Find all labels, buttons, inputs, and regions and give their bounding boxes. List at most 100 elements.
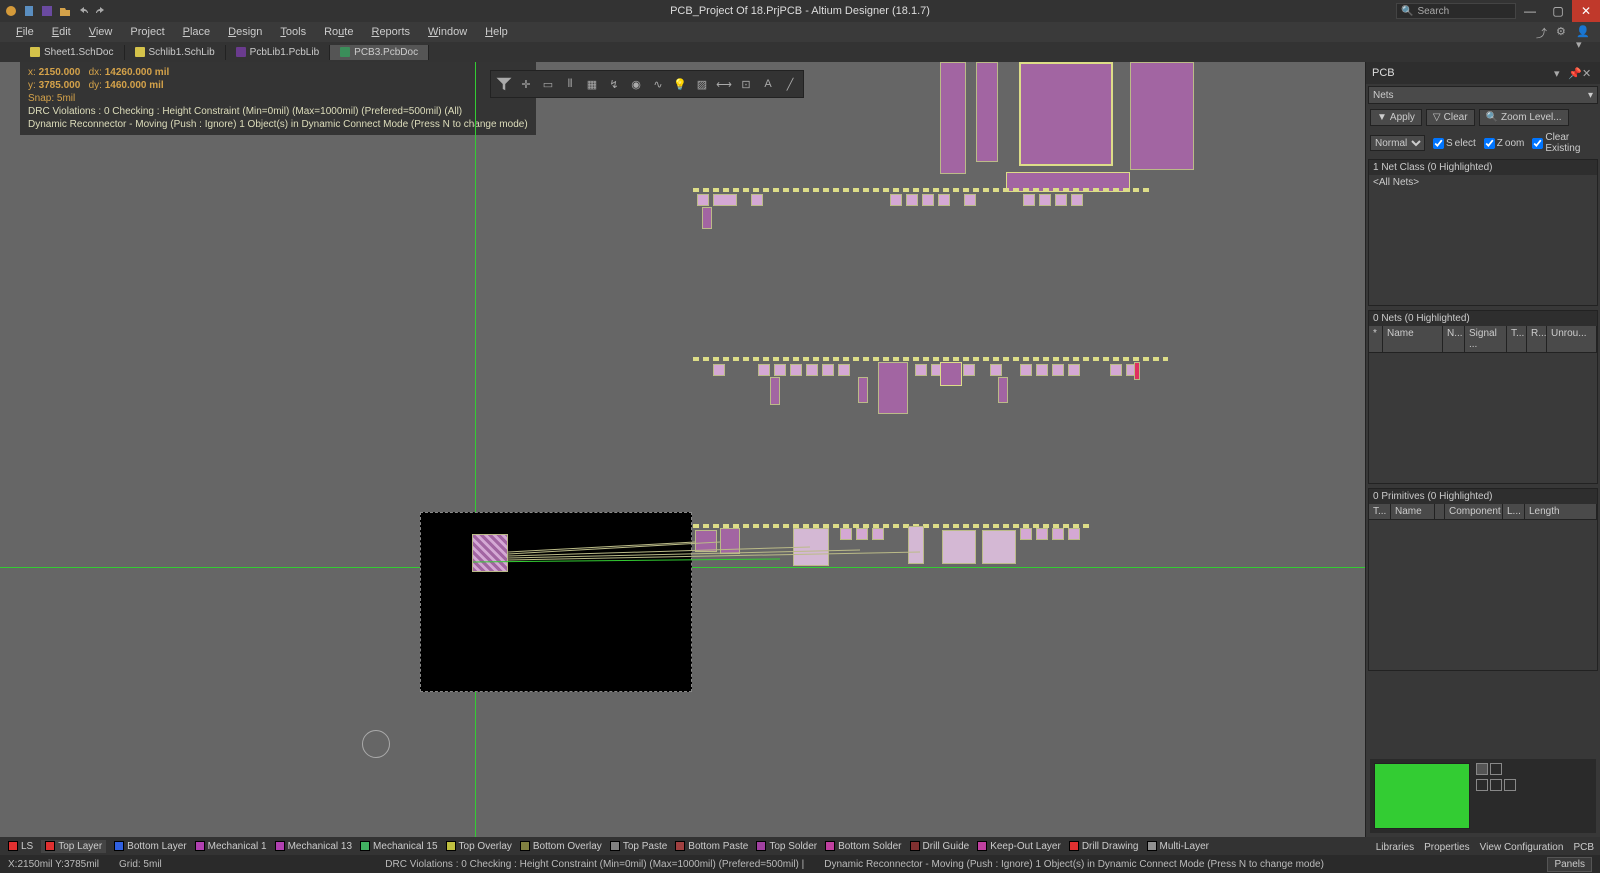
select-rect-icon[interactable]: ▭	[538, 74, 558, 94]
menu-tools[interactable]: Tools	[272, 24, 314, 40]
pin-icon[interactable]: 📌	[1568, 67, 1580, 79]
panels-button[interactable]: Panels	[1547, 857, 1592, 872]
apply-button[interactable]: ▼Apply	[1370, 109, 1422, 126]
board-navigator[interactable]	[1370, 759, 1596, 833]
new-doc-icon[interactable]	[22, 4, 36, 18]
tab-libraries[interactable]: Libraries	[1376, 842, 1414, 853]
menu-edit[interactable]: Edit	[44, 24, 79, 40]
text-icon[interactable]: A	[758, 74, 778, 94]
component[interactable]	[1019, 62, 1113, 166]
layer-bottom-overlay[interactable]: Bottom Overlay	[520, 841, 602, 852]
layer-mech1[interactable]: Mechanical 1	[195, 841, 267, 852]
clear-button[interactable]: ▽Clear	[1426, 109, 1475, 126]
maximize-button[interactable]: ▢	[1544, 0, 1572, 22]
menu-window[interactable]: Window	[420, 24, 475, 40]
menu-reports[interactable]: Reports	[363, 24, 418, 40]
global-search-input[interactable]: 🔍 Search	[1396, 3, 1516, 19]
component-icon[interactable]: ▦	[582, 74, 602, 94]
menu-design[interactable]: Design	[220, 24, 270, 40]
component[interactable]	[720, 528, 740, 554]
component[interactable]	[940, 362, 962, 386]
component[interactable]	[940, 62, 966, 174]
select-checkbox[interactable]: Select	[1433, 138, 1476, 149]
component[interactable]	[793, 528, 829, 566]
component[interactable]	[1130, 62, 1194, 170]
primitives-column-headers[interactable]: T... Name Component L... Length	[1369, 504, 1597, 520]
user-icon[interactable]: 👤▾	[1576, 25, 1590, 39]
filter-icon[interactable]	[494, 74, 514, 94]
clear-existing-checkbox[interactable]: Clear Existing	[1532, 132, 1596, 154]
component[interactable]	[858, 377, 868, 403]
view-option-button[interactable]	[1476, 779, 1488, 791]
tab-pcb3[interactable]: PCB3.PcbDoc	[330, 45, 429, 60]
component[interactable]	[878, 362, 908, 414]
close-panel-icon[interactable]: ✕	[1582, 67, 1594, 79]
line-icon[interactable]: ╱	[780, 74, 800, 94]
zoom-checkbox[interactable]: Zoom	[1484, 138, 1525, 149]
undo-icon[interactable]	[76, 4, 90, 18]
menu-help[interactable]: Help	[477, 24, 516, 40]
component[interactable]	[998, 377, 1008, 403]
align-icon[interactable]: ⫴	[560, 74, 580, 94]
close-button[interactable]: ✕	[1572, 0, 1600, 22]
menu-file[interactable]: File	[8, 24, 42, 40]
layer-drill-guide[interactable]: Drill Guide	[910, 841, 970, 852]
chevron-down-icon[interactable]: ▾	[1554, 67, 1566, 79]
tab-pcblib1[interactable]: PcbLib1.PcbLib	[226, 45, 331, 60]
zoom-level-button[interactable]: 🔍Zoom Level...	[1479, 109, 1569, 126]
minimize-button[interactable]: —	[1516, 0, 1544, 22]
layer-keepout[interactable]: Keep-Out Layer	[977, 841, 1061, 852]
component[interactable]	[908, 526, 924, 564]
component[interactable]	[982, 530, 1016, 564]
net-class-item[interactable]: <All Nets>	[1373, 177, 1593, 188]
view-2d-button[interactable]	[1476, 763, 1488, 775]
navigator-preview[interactable]	[1374, 763, 1470, 829]
menu-route[interactable]: Route	[316, 24, 361, 40]
drill-icon[interactable]: ⊡	[736, 74, 756, 94]
layer-drill-drawing[interactable]: Drill Drawing	[1069, 841, 1139, 852]
menu-view[interactable]: View	[81, 24, 121, 40]
layer-mech13[interactable]: Mechanical 13	[275, 841, 352, 852]
selected-component[interactable]	[472, 534, 508, 572]
route-icon[interactable]: ↯	[604, 74, 624, 94]
mask-mode-select[interactable]: Normal	[1370, 135, 1425, 151]
redo-icon[interactable]	[94, 4, 108, 18]
tab-pcb[interactable]: PCB	[1573, 842, 1594, 853]
component[interactable]	[976, 62, 998, 162]
layer-bottom[interactable]: Bottom Layer	[114, 841, 186, 852]
component[interactable]	[1134, 362, 1140, 380]
view-3d-button[interactable]	[1490, 763, 1502, 775]
dimension-icon[interactable]: ⟷	[714, 74, 734, 94]
menu-project[interactable]: Project	[122, 24, 172, 40]
polygon-icon[interactable]: ▨	[692, 74, 712, 94]
layer-top[interactable]: Top Layer	[41, 840, 106, 853]
view-option-button[interactable]	[1490, 779, 1502, 791]
layer-top-paste[interactable]: Top Paste	[610, 841, 667, 852]
via-icon[interactable]: ◉	[626, 74, 646, 94]
layer-top-solder[interactable]: Top Solder	[756, 841, 817, 852]
bulb-icon[interactable]: 💡	[670, 74, 690, 94]
save-icon[interactable]	[40, 4, 54, 18]
layer-bottom-solder[interactable]: Bottom Solder	[825, 841, 901, 852]
arc-icon[interactable]: ∿	[648, 74, 668, 94]
layer-multilayer[interactable]: Multi-Layer	[1147, 841, 1209, 852]
gear-icon[interactable]: ⚙	[1556, 25, 1570, 39]
view-option-button[interactable]	[1504, 779, 1516, 791]
layer-mech15[interactable]: Mechanical 15	[360, 841, 437, 852]
tab-view-configuration[interactable]: View Configuration	[1480, 842, 1564, 853]
nets-column-headers[interactable]: * Name N... Signal ... T... R... Unrou..…	[1369, 326, 1597, 353]
move-icon[interactable]: ✛	[516, 74, 536, 94]
tab-sheet1[interactable]: Sheet1.SchDoc	[20, 45, 125, 60]
layer-ls[interactable]: LS	[8, 841, 33, 852]
tab-schlib1[interactable]: Schlib1.SchLib	[125, 45, 226, 60]
share-icon[interactable]: ⤴	[1536, 25, 1550, 39]
component[interactable]	[770, 377, 780, 405]
filter-dropdown[interactable]: Nets ▾	[1368, 86, 1598, 104]
component[interactable]	[942, 530, 976, 564]
open-icon[interactable]	[58, 4, 72, 18]
tab-properties[interactable]: Properties	[1424, 842, 1470, 853]
pcb-canvas[interactable]: x: 2150.000 dx: 14260.000 mil y: 3785.00…	[0, 62, 1365, 837]
menu-place[interactable]: Place	[175, 24, 219, 40]
layer-top-overlay[interactable]: Top Overlay	[446, 841, 512, 852]
component[interactable]	[695, 530, 717, 552]
